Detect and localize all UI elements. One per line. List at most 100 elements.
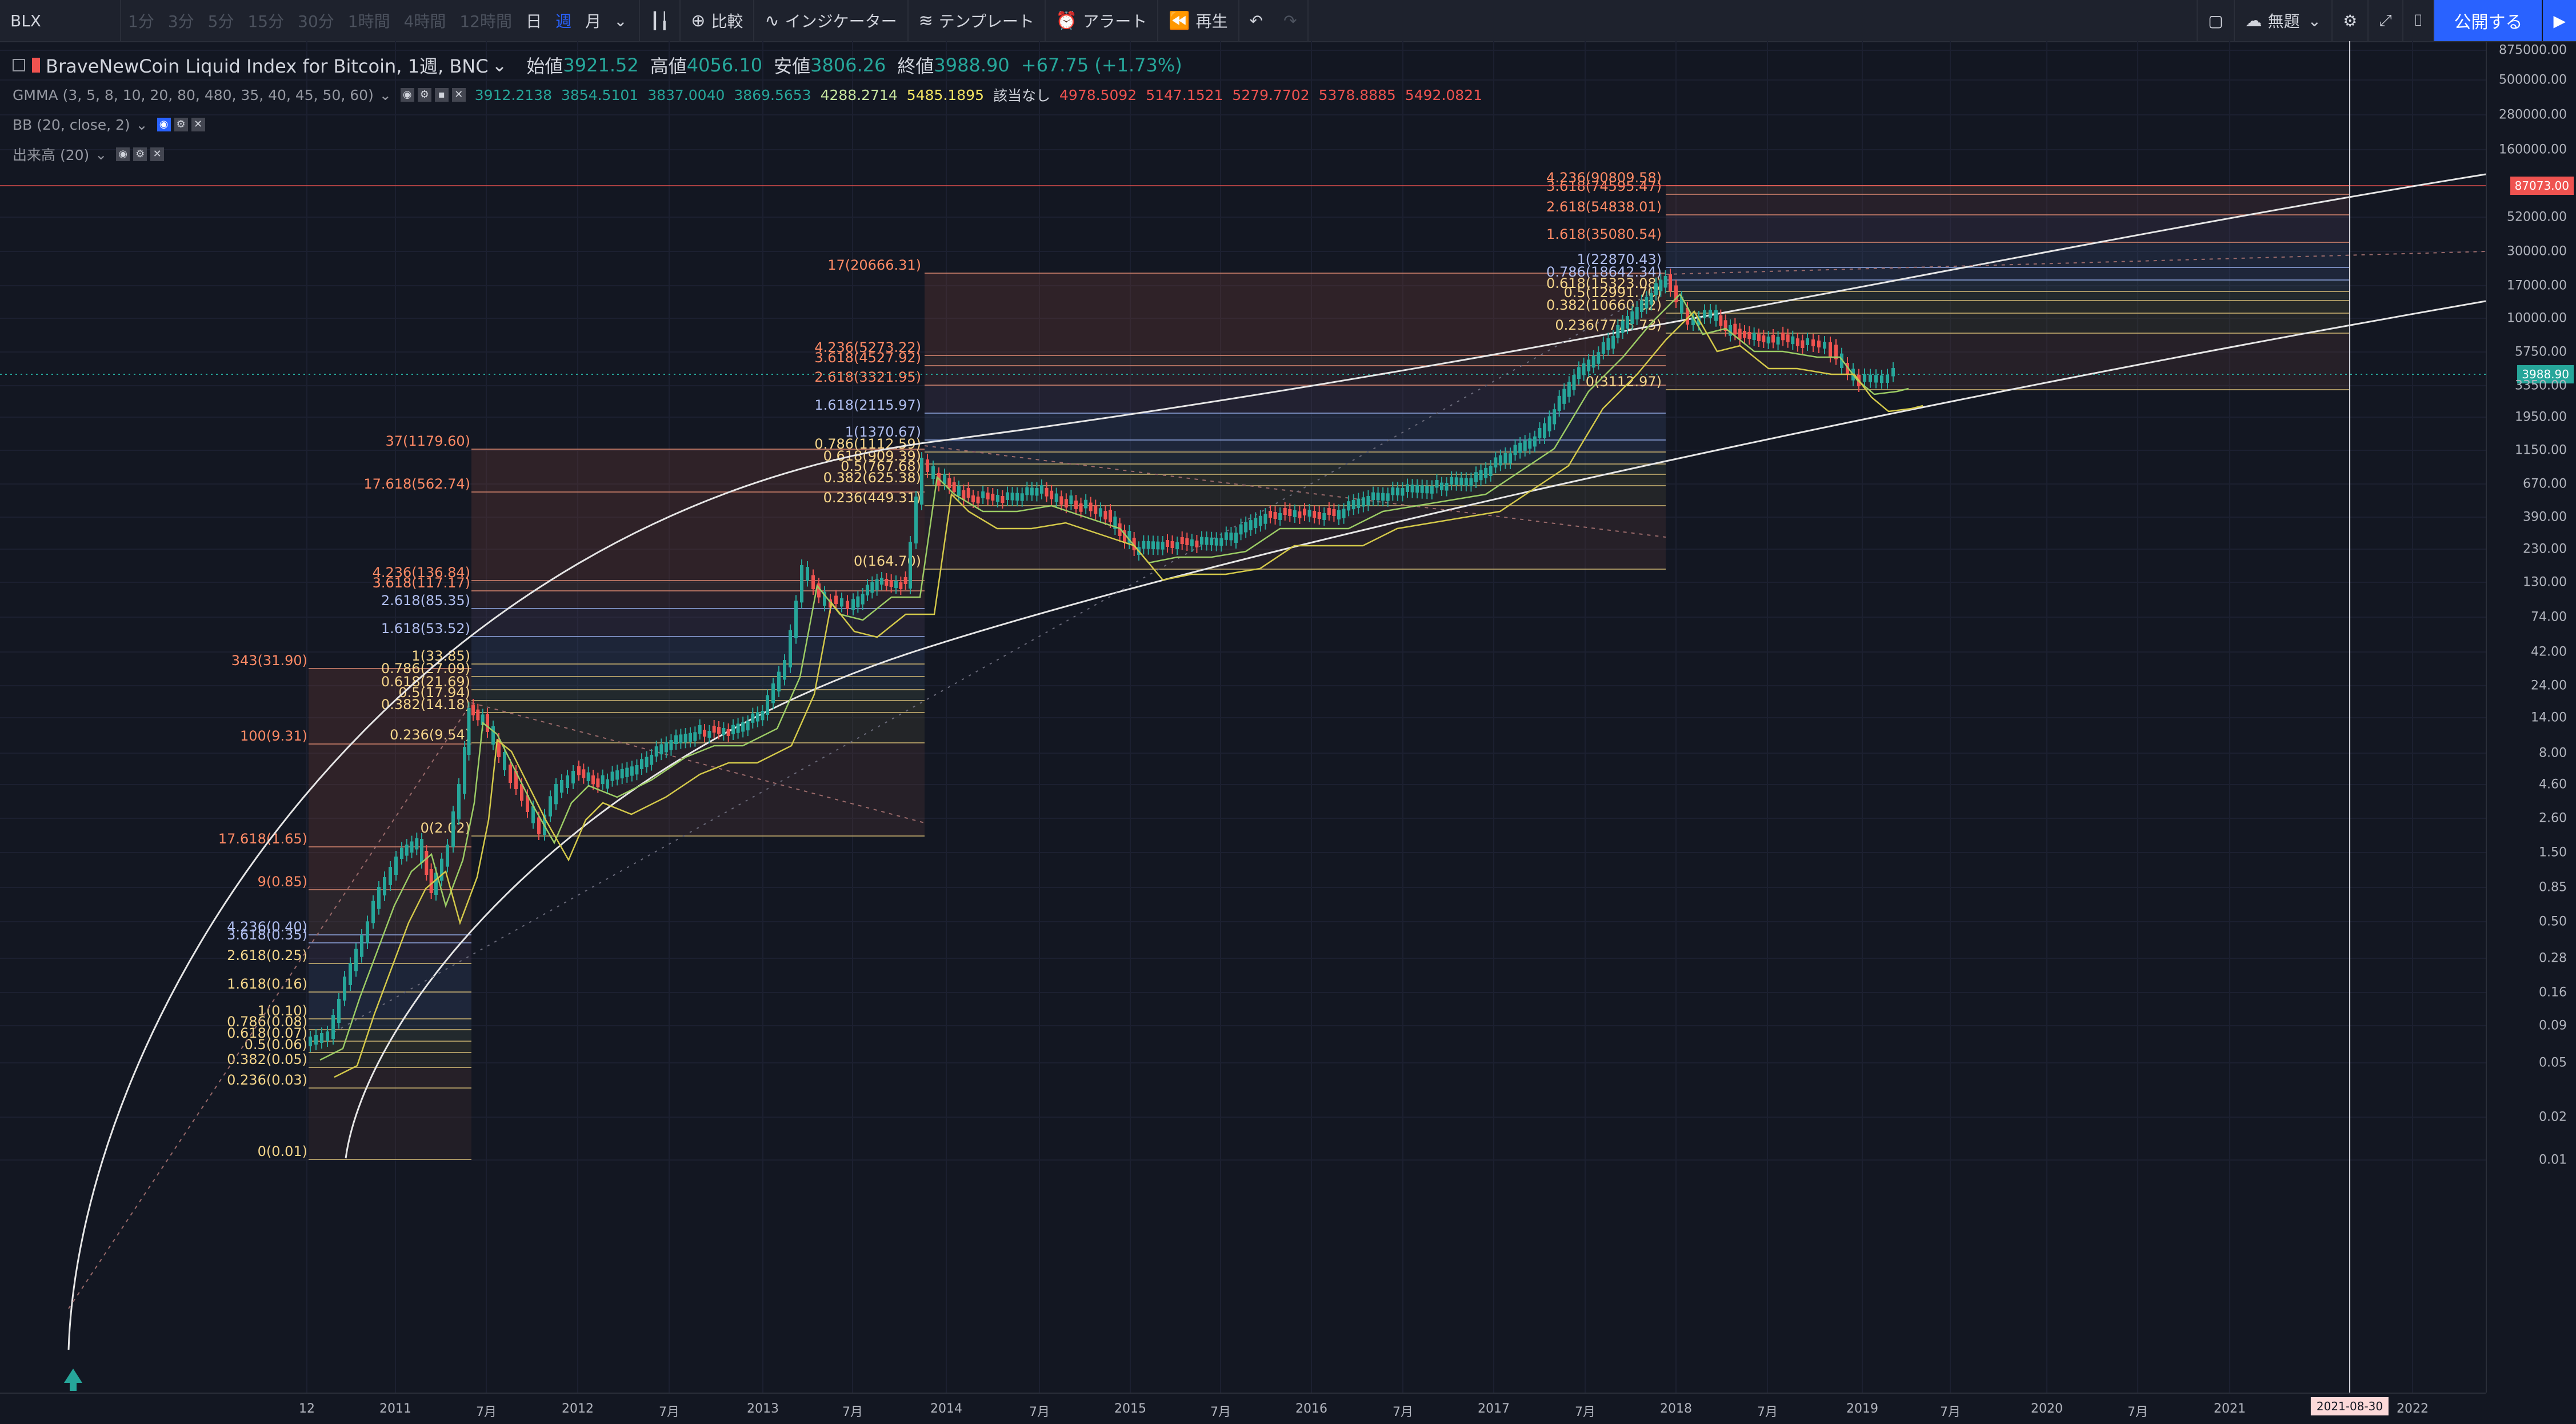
expand-icon: ⤢ — [2379, 11, 2392, 30]
candle-body — [1880, 375, 1883, 383]
settings-button[interactable]: ⚙ — [2333, 0, 2369, 41]
close-icon[interactable]: ✕ — [150, 147, 165, 161]
symbol-title[interactable]: BraveNewCoin Liquid Index for Bitcoin, 1… — [46, 52, 489, 78]
candle-body — [1606, 338, 1610, 350]
candle-body — [1109, 510, 1112, 522]
chart-type-button[interactable]: ┃╽ — [640, 0, 681, 41]
fullscreen-layout-button[interactable]: ▢ — [2197, 0, 2235, 41]
collapse-icon[interactable] — [13, 59, 25, 71]
play-button[interactable]: ▶ — [2542, 0, 2576, 41]
candle-body — [1327, 508, 1331, 515]
candle-body — [731, 725, 735, 734]
candle-body — [1645, 297, 1649, 309]
fib-band — [471, 677, 925, 690]
visibility-icon[interactable]: ◉ — [116, 147, 130, 161]
candle-body — [1229, 533, 1233, 541]
settings-icon[interactable]: ⚙ — [417, 88, 431, 102]
price-tick: 30000.00 — [2507, 244, 2567, 259]
bb-name[interactable]: BB (20, close, 2) — [13, 117, 130, 133]
fib-level-label: 1.618(53.52) — [381, 621, 470, 637]
fib-level-label: 0.236(9.54) — [390, 727, 470, 743]
redo-button[interactable]: ↷ — [1273, 0, 1309, 41]
interval-0[interactable]: 1分 — [121, 0, 161, 41]
candle-body — [1254, 518, 1258, 529]
candle-body — [1654, 283, 1658, 295]
time-axis[interactable]: 2021-08-30 12 2011 7月 2012 7月 2013 7月 2014 7月 201… — [0, 1393, 2486, 1424]
alert-button[interactable]: ⏰ アラート — [1046, 0, 1159, 41]
chevron-down-icon[interactable]: ⌄ — [379, 87, 391, 103]
candle-body — [741, 722, 745, 732]
interval-1[interactable]: 3分 — [161, 0, 201, 41]
close-icon[interactable]: ✕ — [191, 118, 205, 131]
candle-body — [1298, 511, 1302, 518]
interval-4[interactable]: 30分 — [291, 0, 341, 41]
chevron-down-icon[interactable]: ⌄ — [492, 54, 507, 76]
volume-name[interactable]: 出来高 (20) — [13, 144, 89, 165]
price-chart[interactable]: 343(31.90)100(9.31)17.618(1.65)9(0.85)4.… — [0, 41, 2486, 1393]
candle-body — [1244, 522, 1248, 533]
interval-8[interactable]: 日 — [519, 0, 549, 41]
rewind-icon: ⏪ — [1169, 10, 1190, 31]
settings-icon[interactable]: ⚙ — [174, 118, 188, 131]
price-axis[interactable]: 87073.00 3988.90 875000.00 500000.00 28000… — [2486, 41, 2576, 1393]
templates-button[interactable]: ≋ テンプレート — [909, 0, 1046, 41]
visibility-icon[interactable]: ◉ — [157, 118, 171, 131]
price-tick: 2.60 — [2539, 811, 2567, 826]
fib-band — [1666, 301, 2350, 313]
publish-button[interactable]: 公開する — [2434, 0, 2542, 41]
interval-6[interactable]: 4時間 — [397, 0, 453, 41]
replay-button[interactable]: ⏪ 再生 — [1158, 0, 1239, 41]
settings-icon[interactable]: ⚙ — [133, 147, 147, 161]
candle-body — [354, 949, 358, 971]
candle-body — [320, 1033, 323, 1043]
candle-body — [981, 491, 985, 498]
fib-level-label: 3.618(117.17) — [373, 575, 470, 591]
more-icon[interactable]: ▪ — [434, 88, 449, 102]
price-tick: 0.02 — [2539, 1110, 2567, 1125]
candle-body — [1440, 482, 1443, 490]
chevron-down-icon[interactable]: ⌄ — [608, 0, 633, 41]
close-icon[interactable]: ✕ — [451, 88, 466, 102]
chevron-down-icon[interactable]: ⌄ — [136, 117, 148, 133]
fib-band — [1666, 280, 2350, 291]
layout-name-button[interactable]: ☁ 無題 ⌄ — [2235, 0, 2333, 41]
interval-9[interactable]: 週 — [549, 0, 578, 41]
candle-body — [736, 723, 740, 733]
snapshot-button[interactable]: ⌷ — [2403, 0, 2435, 41]
fullscreen-button[interactable]: ⤢ — [2369, 0, 2403, 41]
fib-level-label: 0.236(0.03) — [227, 1072, 307, 1088]
gmma-name[interactable]: GMMA (3, 5, 8, 10, 20, 80, 480, 35, 40, … — [13, 87, 374, 103]
price-tick: 0.05 — [2539, 1055, 2567, 1070]
interval-5[interactable]: 1時間 — [341, 0, 397, 41]
candle-body — [1269, 511, 1272, 518]
candle-body — [1469, 478, 1473, 486]
candle-body — [1762, 335, 1766, 342]
gmma-legend: GMMA (3, 5, 8, 10, 20, 80, 480, 35, 40, … — [13, 80, 1482, 110]
candle-body — [861, 594, 865, 605]
symbol-search[interactable]: BLX — [0, 0, 121, 41]
visibility-icon[interactable]: ◉ — [400, 88, 414, 102]
candle-body — [377, 887, 381, 909]
price-tick: 130.00 — [2523, 575, 2567, 590]
volume-legend: 出来高 (20) ⌄ ◉ ⚙ ✕ — [13, 139, 1482, 169]
interval-3[interactable]: 15分 — [241, 0, 291, 41]
candle-body — [1337, 510, 1341, 519]
interval-10[interactable]: 月 — [578, 0, 608, 41]
candle-body — [1357, 498, 1361, 508]
indicators-button[interactable]: ∿ インジケーター — [754, 0, 909, 41]
candle-body — [1342, 509, 1346, 518]
price-tick: 42.00 — [2531, 645, 2567, 659]
interval-group: 1分 3分 5分 15分 30分 1時間 4時間 12時間日週月 ⌄ — [121, 0, 640, 41]
candle-body — [789, 630, 792, 667]
candle-body — [1663, 276, 1667, 288]
candle-body — [625, 767, 629, 777]
interval-7[interactable]: 12時間 — [453, 0, 519, 41]
undo-button[interactable]: ↶ — [1239, 0, 1273, 41]
price-tick: 52000.00 — [2507, 210, 2567, 225]
interval-2[interactable]: 5分 — [201, 0, 241, 41]
candle-body — [1313, 511, 1317, 518]
candle-body — [1094, 505, 1098, 514]
chevron-down-icon[interactable]: ⌄ — [95, 146, 107, 163]
compare-button[interactable]: ⊕ 比較 — [681, 0, 755, 41]
candle-body — [650, 754, 654, 765]
